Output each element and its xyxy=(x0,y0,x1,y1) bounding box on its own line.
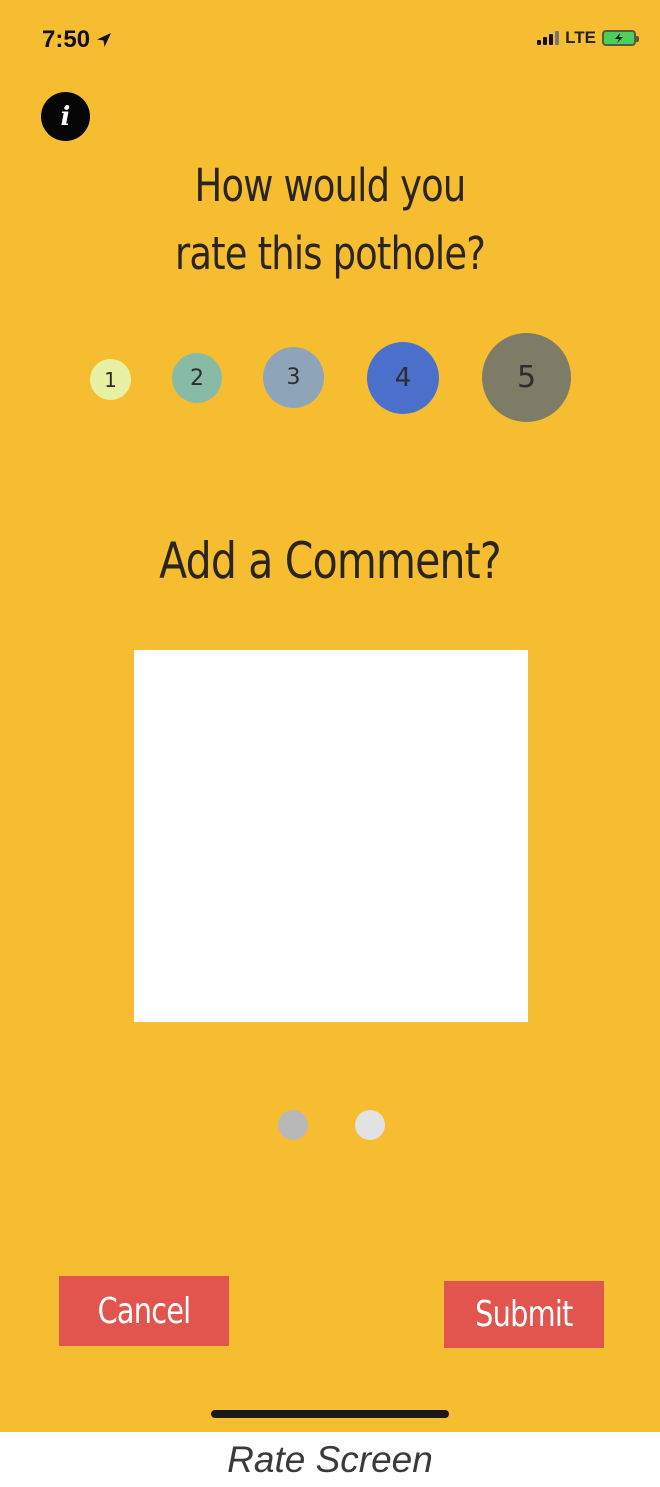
rating-option-4[interactable]: 4 xyxy=(367,342,439,414)
rating-option-1[interactable]: 1 xyxy=(90,359,131,400)
info-icon: i xyxy=(60,101,71,132)
cellular-signal-icon xyxy=(537,31,560,45)
time-label: 7:50 xyxy=(42,26,91,53)
page-indicator-dot-2[interactable] xyxy=(355,1110,385,1140)
home-indicator[interactable] xyxy=(211,1410,449,1418)
rating-question: How would you rate this pothole? xyxy=(59,152,600,288)
rate-screen: 7:50 LTE i How would you rate this potho… xyxy=(0,0,660,1432)
location-arrow-icon xyxy=(97,33,112,47)
rating-question-line-1: How would you xyxy=(194,159,467,212)
battery-charging-icon xyxy=(602,30,639,46)
status-bar-indicators: LTE xyxy=(537,28,639,48)
rating-option-label: 2 xyxy=(190,365,204,391)
cancel-button[interactable]: Cancel xyxy=(59,1276,229,1346)
page-indicator-dot-1[interactable] xyxy=(278,1110,308,1140)
screen-caption: Rate Screen xyxy=(227,1439,433,1480)
rating-option-label: 1 xyxy=(104,367,117,392)
network-label: LTE xyxy=(565,28,596,47)
submit-button[interactable]: Submit xyxy=(444,1281,604,1348)
rating-option-label: 4 xyxy=(394,363,412,393)
comment-input[interactable] xyxy=(134,650,528,1022)
status-bar-time: 7:50 xyxy=(42,26,112,54)
submit-button-label: Submit xyxy=(475,1294,573,1335)
rating-option-2[interactable]: 2 xyxy=(172,353,222,403)
rating-option-3[interactable]: 3 xyxy=(263,347,324,408)
cancel-button-label: Cancel xyxy=(97,1290,192,1332)
rating-option-label: 5 xyxy=(516,360,537,395)
rating-option-5[interactable]: 5 xyxy=(482,333,571,422)
rating-question-line-2: rate this pothole? xyxy=(175,227,486,280)
rating-option-label: 3 xyxy=(286,365,301,390)
info-button[interactable]: i xyxy=(41,92,90,141)
comment-title: Add a Comment? xyxy=(159,532,502,590)
